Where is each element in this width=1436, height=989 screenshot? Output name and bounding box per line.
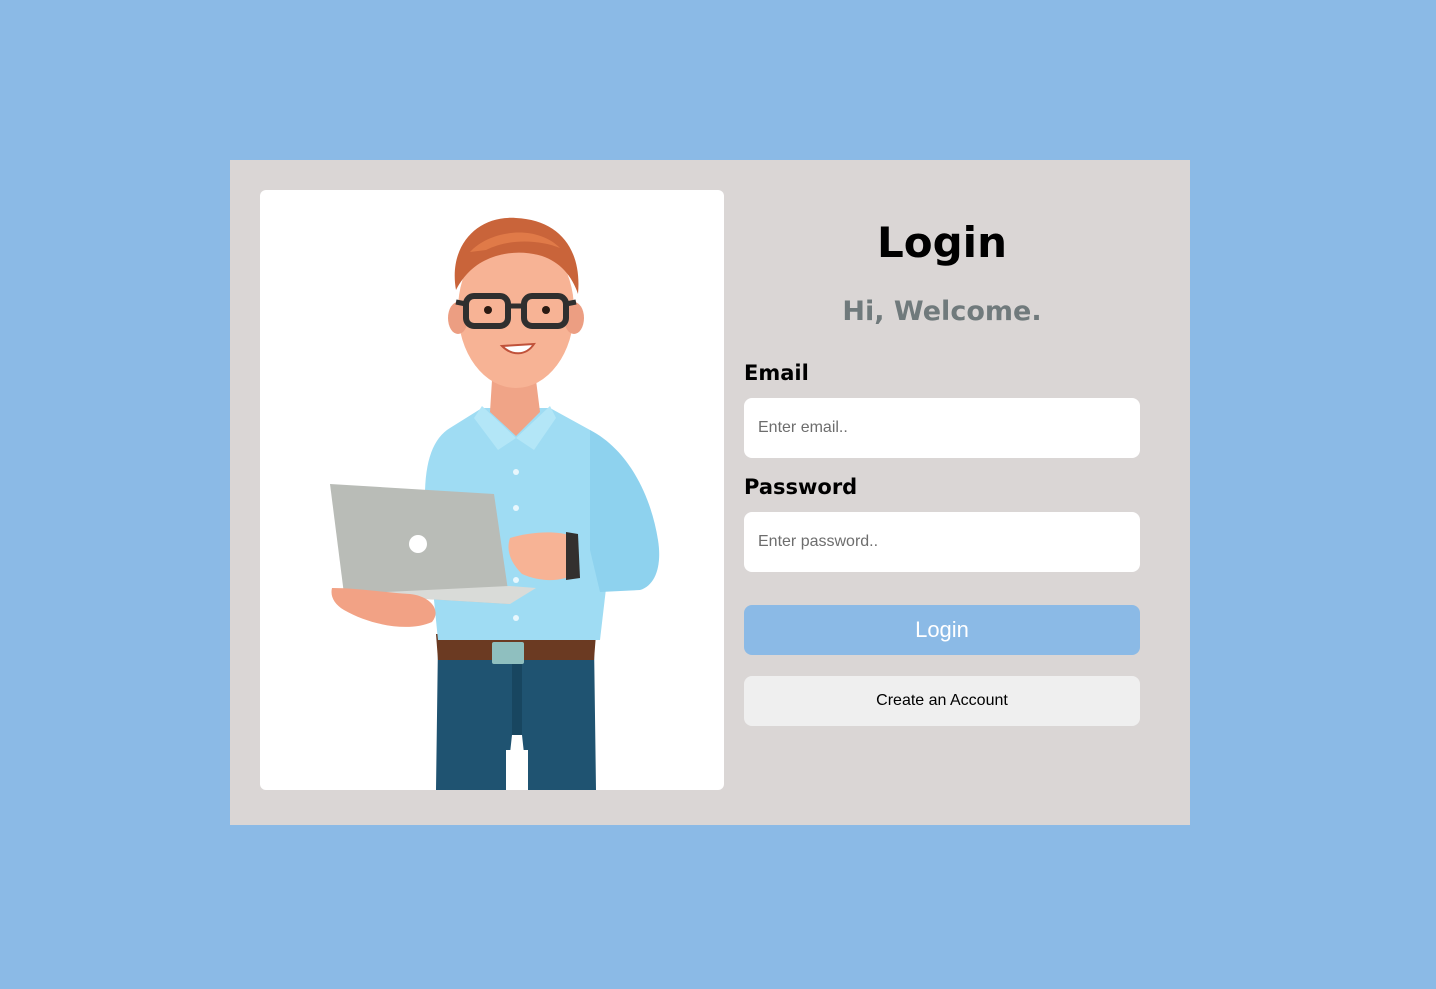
create-account-button[interactable]: Create an Account — [744, 676, 1140, 726]
password-label: Password — [744, 475, 858, 499]
man-with-laptop-image — [330, 217, 660, 790]
login-form: Login Hi, Welcome. Email Password Login … — [744, 160, 1140, 825]
email-label: Email — [744, 361, 809, 385]
login-card: Login Hi, Welcome. Email Password Login … — [230, 160, 1190, 825]
password-field[interactable] — [744, 512, 1140, 572]
welcome-subtitle: Hi, Welcome. — [842, 296, 1042, 327]
login-button[interactable]: Login — [744, 605, 1140, 655]
page-title: Login — [877, 218, 1007, 267]
character-illustration — [260, 190, 724, 790]
email-field[interactable] — [744, 398, 1140, 458]
